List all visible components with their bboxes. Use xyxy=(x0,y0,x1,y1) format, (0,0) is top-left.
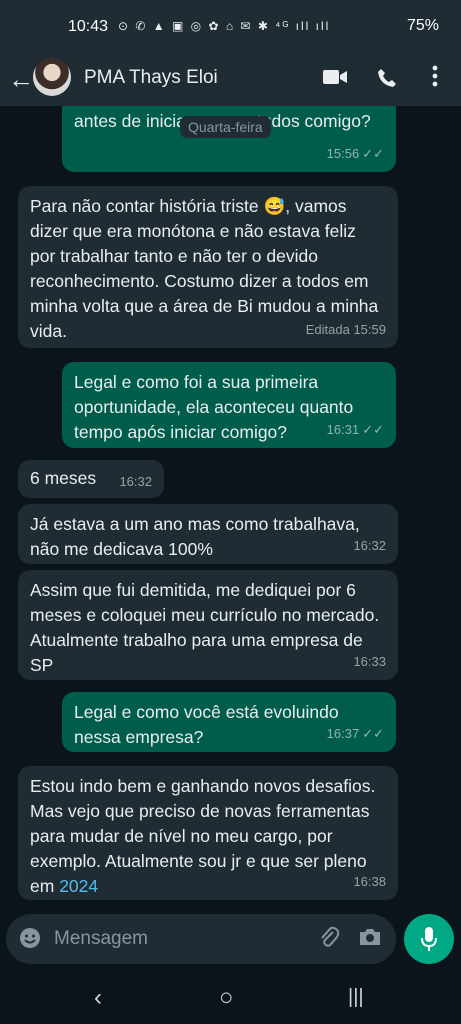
read-receipt-icon: ✓✓ xyxy=(362,726,384,741)
edited-label: Editada xyxy=(305,322,350,337)
back-arrow-icon[interactable]: ← xyxy=(8,64,34,95)
more-vert-icon[interactable] xyxy=(432,64,438,94)
message-bubble-incoming[interactable]: Estou indo bem e ganhando novos desafios… xyxy=(18,766,398,900)
phone-icon[interactable] xyxy=(376,67,398,95)
contact-name[interactable]: PMA Thays Eloi xyxy=(84,67,218,89)
chat-area[interactable]: Legal, e me diz como era a sua vida ante… xyxy=(0,106,461,912)
avatar[interactable] xyxy=(33,58,71,96)
microphone-icon[interactable] xyxy=(404,914,454,964)
message-composer[interactable]: Mensagem xyxy=(6,914,396,964)
video-call-icon[interactable] xyxy=(322,67,348,93)
status-time: 10:43 xyxy=(68,18,109,35)
message-text: Já estava a um ano mas como trabalhava, … xyxy=(30,514,360,559)
message-meta: 16:33 xyxy=(353,649,386,674)
nav-recents-icon[interactable]: ||| xyxy=(348,986,364,1009)
message-text: Para não contar história triste xyxy=(30,196,264,216)
message-input[interactable]: Mensagem xyxy=(54,928,148,950)
date-chip: Quarta-feira xyxy=(180,116,271,138)
message-text: Assim que fui demitida, me dediquei por … xyxy=(30,580,380,675)
message-bubble-outgoing[interactable]: Legal e como foi a sua primeira oportuni… xyxy=(62,362,396,448)
message-time: 16:33 xyxy=(353,654,386,669)
message-text: 6 meses xyxy=(30,468,97,488)
message-time: 16:31 xyxy=(326,422,360,437)
date-link[interactable]: 2024 xyxy=(59,876,98,896)
nav-home-icon[interactable]: ○ xyxy=(219,984,234,1012)
message-meta: 16:31 ✓✓ xyxy=(327,417,384,442)
message-meta: 16:32 xyxy=(353,533,386,558)
status-bar: 10:43 ⊙ ✆ ▲ ▣ ◎ ✿ ⌂ ✉ ✱ ⁴ᴳ ıll ıll 75% xyxy=(0,0,461,54)
message-meta: Editada 15:59 xyxy=(306,317,386,342)
message-time: 15:59 xyxy=(353,322,386,337)
message-meta: 15:56 ✓✓ xyxy=(327,141,384,166)
message-time: 15:56 xyxy=(326,146,360,161)
message-bubble-incoming[interactable]: Já estava a um ano mas como trabalhava, … xyxy=(18,504,398,564)
status-icons: ⊙ ✆ ▲ ▣ ◎ ✿ ⌂ ✉ ✱ ⁴ᴳ ıll ıll xyxy=(118,19,331,33)
message-time: 16:32 xyxy=(353,538,386,553)
message-bubble-incoming[interactable]: 6 meses 16:32 xyxy=(18,460,164,498)
camera-icon[interactable] xyxy=(358,926,382,954)
system-navigation-bar: ‹ ○ ||| xyxy=(0,972,461,1024)
sweat-smile-emoji-icon: 😅 xyxy=(263,196,286,216)
message-time: 16:37 xyxy=(326,726,360,741)
read-receipt-icon: ✓✓ xyxy=(362,146,384,161)
emoji-icon[interactable] xyxy=(18,926,42,956)
message-meta: 16:37 ✓✓ xyxy=(327,721,384,746)
message-text: Legal e como foi a sua primeira oportuni… xyxy=(74,372,354,442)
read-receipt-icon: ✓✓ xyxy=(362,422,384,437)
message-meta: 16:32 xyxy=(119,469,152,494)
message-bubble-incoming[interactable]: Assim que fui demitida, me dediquei por … xyxy=(18,570,398,680)
nav-back-icon[interactable]: ‹ xyxy=(94,984,102,1012)
chat-header: ← PMA Thays Eloi xyxy=(0,54,461,106)
message-text: Legal e como você está evoluindo nessa e… xyxy=(74,702,339,747)
message-time: 16:32 xyxy=(119,474,152,489)
message-meta: 16:38 xyxy=(353,869,386,894)
message-time: 16:38 xyxy=(353,874,386,889)
paperclip-icon[interactable] xyxy=(318,926,340,956)
message-bubble-outgoing[interactable]: Legal e como você está evoluindo nessa e… xyxy=(62,692,396,752)
message-bubble-incoming[interactable]: Para não contar história triste 😅, vamos… xyxy=(18,186,398,348)
battery-level: 75% xyxy=(406,17,439,34)
